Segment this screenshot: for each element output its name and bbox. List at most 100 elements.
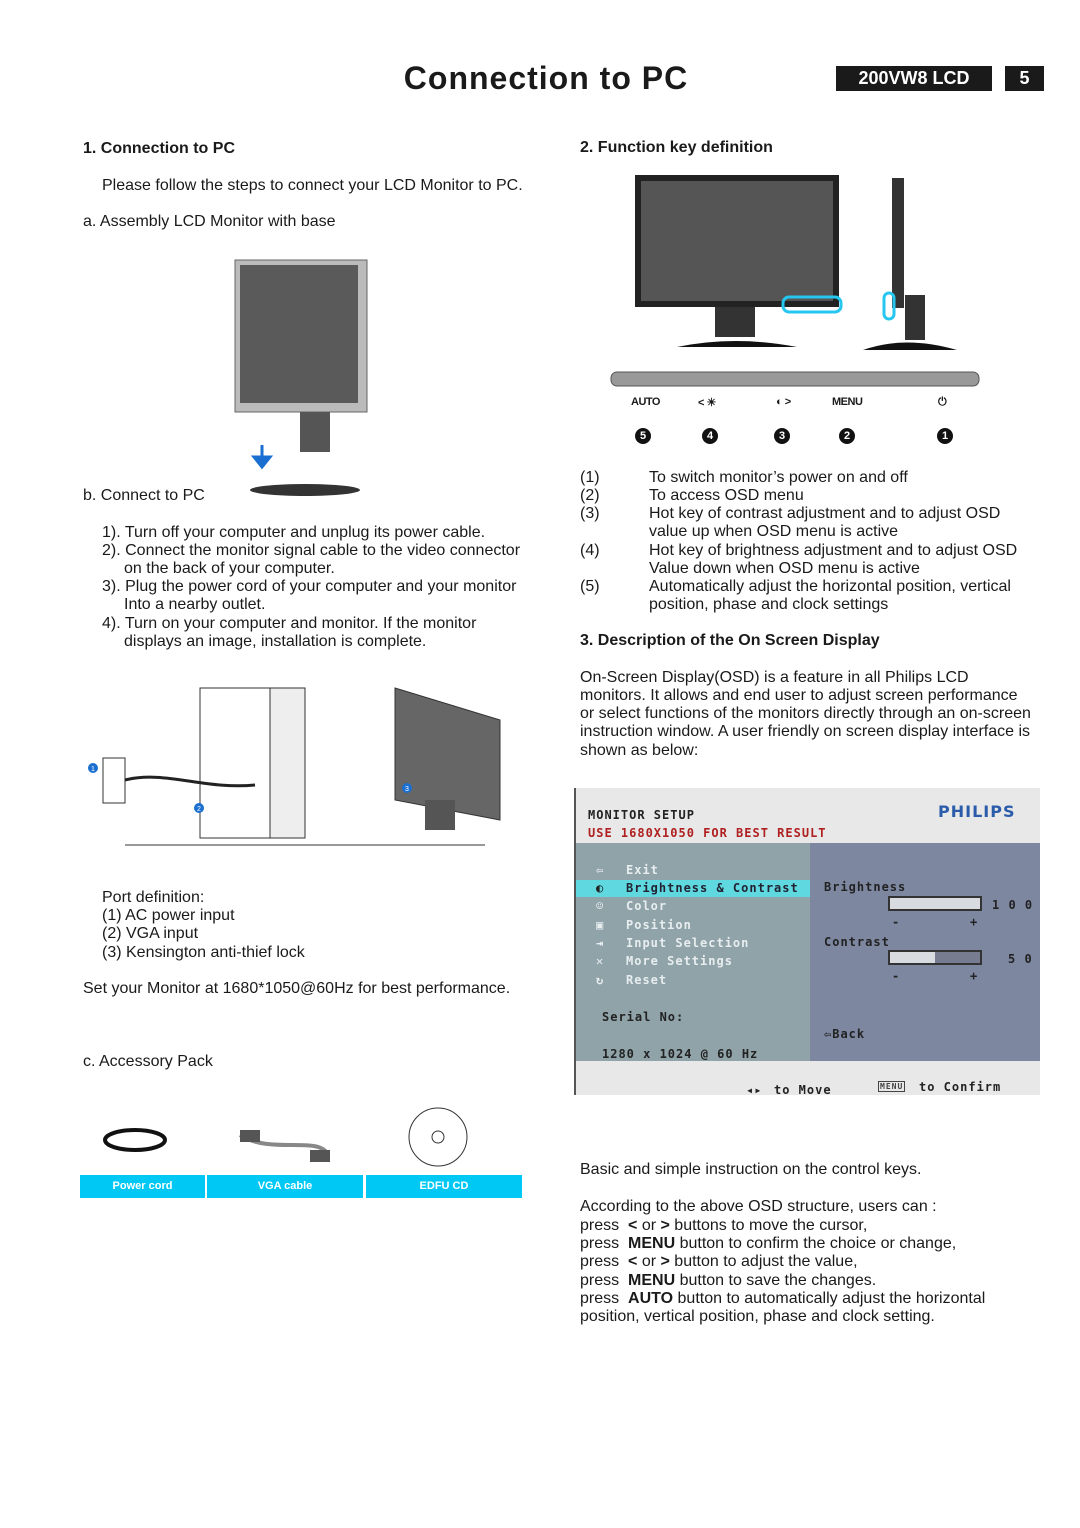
intro-text: Please follow the steps to connect your … xyxy=(102,177,523,194)
osd-menu-item: Brightness & Contrast xyxy=(626,881,799,895)
exit-icon: ⇦ xyxy=(596,863,605,877)
minus-sign: - xyxy=(892,969,901,983)
step-a-label: a. Assembly LCD Monitor with base xyxy=(83,213,336,230)
port-item: (3) Kensington anti-thief lock xyxy=(102,944,305,961)
back-label: Back xyxy=(832,1027,866,1041)
section-heading: 2. Function key definition xyxy=(580,139,773,156)
page-number: 5 xyxy=(1005,66,1044,91)
instruction-line: press < or > button to adjust the value, xyxy=(580,1253,858,1271)
brightness-slider xyxy=(888,896,982,911)
according-text: According to the above OSD structure, us… xyxy=(580,1198,937,1215)
osd-menu-item: Input Selection xyxy=(626,936,750,950)
osd-title: MONITOR SETUP xyxy=(588,808,695,822)
def-number: (1) xyxy=(580,469,600,486)
port-item: (1) AC power input xyxy=(102,907,235,924)
best-setting-text: Set your Monitor at 1680*1050@60Hz for b… xyxy=(83,980,511,997)
plus-sign: + xyxy=(970,969,979,983)
cd-icon xyxy=(408,1107,468,1167)
input-icon: ⇥ xyxy=(596,936,605,950)
pc-connection-illustration: 1 2 3 xyxy=(88,687,501,846)
section-heading: 1. Connection to PC xyxy=(83,140,235,157)
def-text: Value down when OSD menu is active xyxy=(649,560,920,577)
instruction-line: press MENU button to confirm the choice … xyxy=(580,1235,957,1253)
osd-menu-item: Reset xyxy=(626,973,668,987)
accessory-illustrations xyxy=(103,1107,468,1167)
accessory-label: EDFU CD xyxy=(366,1175,522,1198)
reset-icon: ↻ xyxy=(596,973,605,987)
callout-3: 3 xyxy=(405,786,409,793)
def-number: (2) xyxy=(580,487,600,504)
plus-sign: + xyxy=(970,915,979,929)
instruction-line: press MENU button to save the changes. xyxy=(580,1271,877,1289)
key-label-auto: AUTO xyxy=(631,396,660,408)
step-line: displays an image, installation is compl… xyxy=(124,633,427,650)
model-badge: 200VW8 LCD xyxy=(836,66,992,91)
osd-screenshot: MONITOR SETUP PHILIPS USE 1680X1050 FOR … xyxy=(574,788,1040,1095)
monitor-assembly-illustration xyxy=(234,259,368,496)
osd-description: or select functions of the monitors dire… xyxy=(580,705,1031,722)
key-label-menu: MENU xyxy=(832,396,863,408)
osd-description: On-Screen Display(OSD) is a feature in a… xyxy=(580,669,969,686)
def-text: Hot key of contrast adjustment and to ad… xyxy=(649,505,1001,522)
section-heading: 3. Description of the On Screen Display xyxy=(580,632,880,649)
brightness-value: 1 0 0 xyxy=(992,898,1034,912)
back-icon: ⇦ xyxy=(824,1027,833,1041)
osd-description: instruction window. A user friendly on s… xyxy=(580,723,1031,740)
osd-description: monitors. It allows and end user to adju… xyxy=(580,687,1018,704)
contrast-value: 5 0 xyxy=(1008,952,1033,966)
position-icon: ▣ xyxy=(596,918,605,932)
accessory-label: VGA cable xyxy=(207,1175,363,1198)
power-icon: ⏻ xyxy=(938,396,947,408)
osd-menu-item: Exit xyxy=(626,863,659,877)
instruction-line: press < or > buttons to move the cursor, xyxy=(580,1217,868,1234)
contrast-slider xyxy=(888,950,982,965)
def-text: position, phase and clock settings xyxy=(649,596,889,613)
power-cord-icon xyxy=(103,1128,167,1152)
contrast-label: Contrast xyxy=(824,935,890,949)
step-line: on the back of your computer. xyxy=(124,560,335,577)
key-number: 1 xyxy=(937,428,953,444)
monitor-keys-illustration xyxy=(610,175,980,387)
settings-icon: ✕ xyxy=(596,954,605,968)
osd-menu-item: Color xyxy=(626,899,668,913)
move-hint: to Move xyxy=(774,1083,832,1095)
menu-key-icon: MENU xyxy=(878,1081,906,1092)
key-number: 4 xyxy=(702,428,718,444)
display-mode: 1280 x 1024 @ 60 Hz xyxy=(602,1047,759,1061)
step-line: 2). Connect the monitor signal cable to … xyxy=(102,542,521,559)
serial-label: Serial No: xyxy=(602,1010,685,1024)
color-icon: ☺ xyxy=(596,899,605,913)
def-number: (5) xyxy=(580,578,600,595)
osd-hint: USE 1680X1050 FOR BEST RESULT xyxy=(588,826,827,840)
philips-logo: PHILIPS xyxy=(938,802,1016,821)
callout-1: 1 xyxy=(91,766,95,773)
osd-description: shown as below: xyxy=(580,742,699,759)
brightness-label: Brightness xyxy=(824,880,907,894)
def-text: To access OSD menu xyxy=(649,487,804,504)
minus-sign: - xyxy=(892,915,901,929)
key-number: 3 xyxy=(774,428,790,444)
step-line: 3). Plug the power cord of your computer… xyxy=(102,578,517,595)
def-number: (3) xyxy=(580,505,600,522)
step-b-label: b. Connect to PC xyxy=(83,487,205,504)
arrows-icon: ◂▸ xyxy=(746,1083,763,1095)
step-line: Into a nearby outlet. xyxy=(124,596,266,613)
port-heading: Port definition: xyxy=(102,889,205,906)
key-label-contrast: ◐ > xyxy=(776,396,791,408)
step-c-label: c. Accessory Pack xyxy=(83,1053,213,1070)
basic-text: Basic and simple instruction on the cont… xyxy=(580,1161,922,1178)
osd-menu-panel xyxy=(576,843,810,1061)
manual-page: Connection to PC 200VW8 LCD 5 1. Connect… xyxy=(0,0,1080,1528)
key-number: 5 xyxy=(635,428,651,444)
brightness-icon: ◐ xyxy=(596,881,605,895)
accessory-label: Power cord xyxy=(80,1175,205,1198)
def-text: Automatically adjust the horizontal posi… xyxy=(649,578,1011,595)
def-text: value up when OSD menu is active xyxy=(649,523,899,540)
step-line: 4). Turn on your computer and monitor. I… xyxy=(102,615,477,632)
key-number: 2 xyxy=(839,428,855,444)
confirm-hint: to Confirm xyxy=(919,1080,1002,1094)
instruction-line: press AUTO button to automatically adjus… xyxy=(580,1289,986,1307)
osd-menu-item: More Settings xyxy=(626,954,733,968)
callout-2: 2 xyxy=(197,806,201,813)
key-label-brightness: < ☀ xyxy=(698,397,716,409)
